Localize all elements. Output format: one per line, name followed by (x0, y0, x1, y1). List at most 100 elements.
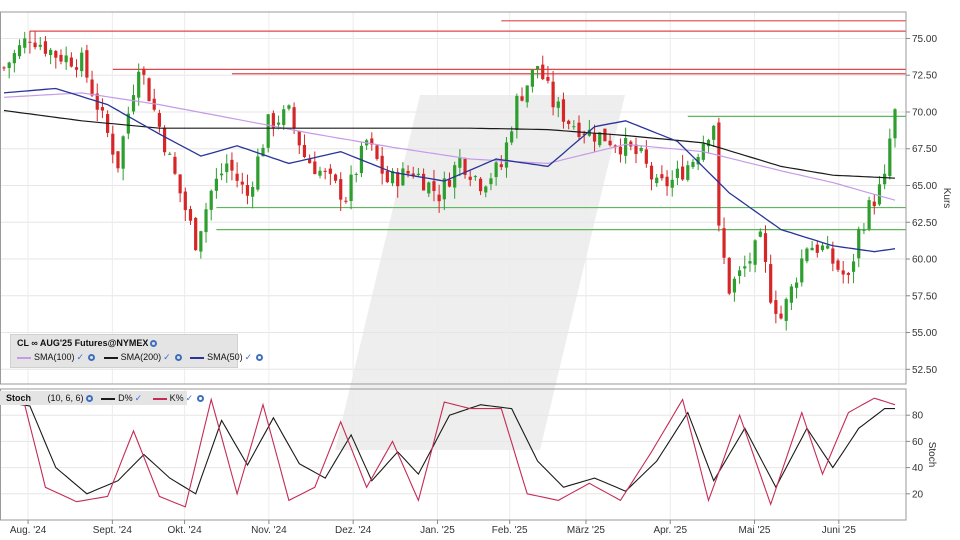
check-icon[interactable]: ✓ (245, 352, 253, 362)
candle-body (111, 133, 115, 155)
candle-body (318, 170, 322, 176)
candle-body (717, 122, 721, 226)
candle-body (219, 173, 224, 176)
candle-body (427, 182, 431, 194)
candle-body (530, 69, 534, 87)
candle-body (333, 174, 338, 181)
candle-body (753, 240, 757, 265)
candle-body (287, 105, 291, 109)
candle-body (162, 127, 167, 153)
candle-body (49, 49, 53, 56)
candle-body (74, 67, 79, 70)
candle-body (639, 147, 643, 152)
candle-body (64, 55, 68, 63)
candle-body (240, 181, 244, 185)
stoch-axis-label: Stoch (926, 442, 937, 468)
candle-body (85, 50, 89, 78)
settings-icon[interactable] (85, 395, 93, 403)
candle-body (567, 120, 571, 124)
settings-icon[interactable] (150, 340, 158, 348)
candle-body (603, 128, 607, 142)
sma100-label: SMA(100) (34, 352, 75, 362)
candle-body (69, 57, 73, 67)
x-tick-label: Sept. '24 (93, 525, 133, 536)
candle-body (157, 113, 162, 127)
candle-body (851, 261, 856, 272)
settings-icon[interactable] (256, 354, 264, 362)
candle-body (276, 122, 281, 125)
candle-body (551, 81, 555, 108)
candle-body (183, 191, 187, 211)
candle-body (121, 136, 125, 169)
main-legend: CL ∞ AUG'25 Futures@NYMEX SMA(100) ✓ SMA(… (10, 334, 264, 368)
candle-body (339, 179, 343, 200)
candle-body (385, 171, 389, 183)
candle-body (836, 260, 840, 270)
candle-body (758, 231, 762, 237)
candle-body (209, 190, 213, 210)
candle-body (665, 176, 669, 187)
candle-body (147, 78, 151, 102)
candle-body (214, 178, 218, 191)
candle-body (458, 157, 462, 168)
candle-body (235, 173, 239, 181)
candle-body (893, 109, 897, 139)
settings-icon[interactable] (88, 354, 96, 362)
candle-body (447, 179, 452, 187)
candle-body (675, 168, 680, 179)
candle-body (421, 173, 426, 191)
candle-body (789, 286, 793, 303)
candle-body (660, 174, 664, 179)
x-tick-label: Apr. '25 (653, 525, 687, 536)
candle-body (375, 145, 379, 159)
candle-body (515, 95, 519, 130)
y-tick-label: 65.00 (912, 181, 937, 192)
y-tick-label: 55.00 (912, 328, 937, 339)
x-tick-label: März '25 (567, 525, 605, 536)
candle-body (323, 170, 327, 172)
stoch-title: Stoch (6, 393, 32, 403)
candle-body (401, 168, 405, 186)
candle-body (266, 114, 270, 148)
candle-body (831, 248, 835, 264)
candle-body (510, 131, 514, 143)
candle-body (142, 69, 146, 75)
candle-body (877, 184, 882, 205)
candle-body (489, 178, 493, 185)
candle-body (38, 44, 42, 47)
check-icon[interactable]: ✓ (77, 352, 85, 362)
candle-body (256, 156, 260, 190)
sma100-swatch (17, 356, 31, 359)
x-tick-label: Aug. '24 (10, 525, 47, 536)
y-axis-label: Kurs (941, 188, 952, 209)
candle-body (820, 245, 825, 251)
candle-body (245, 184, 250, 196)
check-icon[interactable]: ✓ (135, 393, 143, 403)
candle-body (59, 54, 63, 62)
candle-body (649, 165, 654, 180)
candle-body (592, 133, 597, 142)
k-label: K% (169, 393, 184, 403)
candle-body (763, 233, 768, 262)
candle-body (598, 132, 602, 146)
candle-body (313, 161, 317, 175)
candle-body (872, 201, 876, 207)
candle-body (468, 176, 472, 180)
check-icon[interactable]: ✓ (186, 393, 194, 403)
check-icon[interactable]: ✓ (163, 352, 171, 362)
candle-body (297, 131, 301, 146)
d-label: D% (118, 393, 133, 403)
y-tick-label: 52.50 (912, 365, 937, 376)
candle-body (484, 186, 488, 193)
sma200-label: SMA(200) (120, 352, 162, 362)
candle-body (525, 85, 529, 103)
candle-body (794, 282, 799, 288)
settings-icon[interactable] (174, 354, 182, 362)
candle-body (354, 173, 358, 175)
candle-body (784, 299, 788, 321)
candle-body (883, 173, 887, 185)
candle-body (535, 66, 540, 70)
candle-body (686, 165, 690, 180)
candle-body (437, 194, 441, 202)
settings-icon[interactable] (197, 395, 205, 403)
